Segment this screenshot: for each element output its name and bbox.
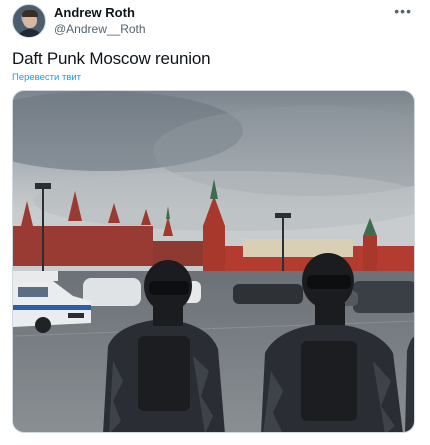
tweet-photo[interactable] xyxy=(12,90,415,433)
translate-tweet-link[interactable]: Перевести твит xyxy=(12,72,81,84)
author-handle[interactable]: @Andrew__Roth xyxy=(54,21,146,37)
author-display-name[interactable]: Andrew Roth xyxy=(54,5,146,21)
avatar-shoulders xyxy=(16,29,44,37)
avatar[interactable] xyxy=(12,4,46,38)
more-options-icon[interactable]: ••• xyxy=(394,4,412,18)
avatar-hair xyxy=(22,10,38,17)
tweet-text: Daft Punk Moscow reunion xyxy=(12,49,211,68)
author-names: Andrew Roth @Andrew__Roth xyxy=(54,5,146,37)
photo-scene xyxy=(13,91,414,432)
tweet-header: Andrew Roth @Andrew__Roth ••• xyxy=(12,4,418,38)
